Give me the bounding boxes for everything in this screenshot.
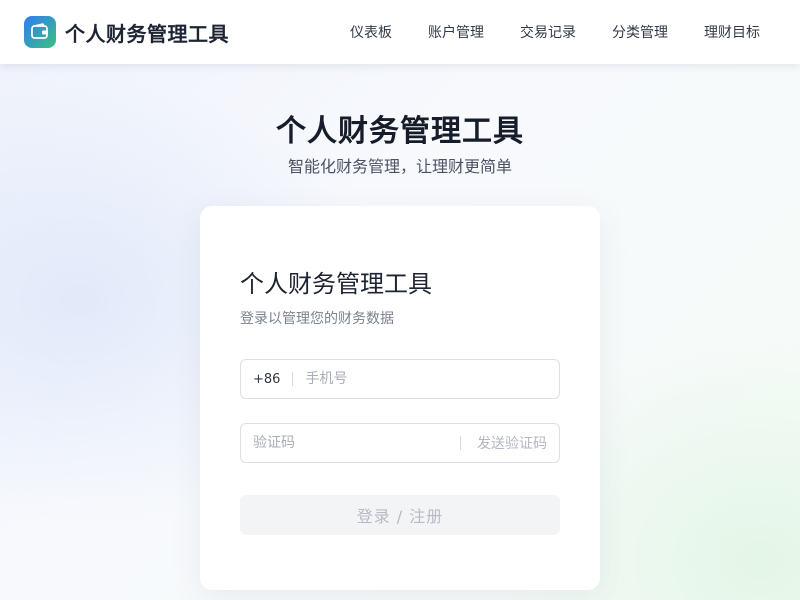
country-code-prefix[interactable]: +86 — [241, 372, 280, 387]
login-subtitle: 登录以管理您的财务数据 — [240, 311, 394, 327]
nav-item-dashboard[interactable]: 仪表板 — [350, 22, 392, 42]
phone-input[interactable] — [305, 360, 559, 398]
login-card: 个人财务管理工具 登录以管理您的财务数据 +86 发送验证码 登录 / 注册 — [200, 206, 600, 590]
field-divider — [460, 436, 461, 450]
nav-item-transactions[interactable]: 交易记录 — [520, 22, 576, 42]
nav-item-goals[interactable]: 理财目标 — [704, 22, 760, 42]
verification-code-input[interactable] — [241, 424, 452, 462]
hero-subtitle: 智能化财务管理，让理财更简单 — [287, 157, 512, 176]
top-nav-bar: 个人财务管理工具 仪表板 账户管理 交易记录 分类管理 理财目标 — [0, 0, 800, 64]
field-divider — [292, 372, 294, 386]
login-title: 个人财务管理工具 — [240, 270, 432, 298]
phone-field: +86 — [240, 359, 560, 399]
wallet-icon — [24, 16, 56, 48]
send-code-button[interactable]: 发送验证码 — [477, 433, 559, 453]
brand[interactable]: 个人财务管理工具 — [24, 16, 229, 48]
app-name: 个人财务管理工具 — [65, 21, 229, 46]
hero-title: 个人财务管理工具 — [276, 114, 524, 149]
nav-item-accounts[interactable]: 账户管理 — [428, 22, 484, 42]
nav-item-categories[interactable]: 分类管理 — [612, 22, 668, 42]
verification-code-field: 发送验证码 — [240, 423, 560, 463]
main-nav: 仪表板 账户管理 交易记录 分类管理 理财目标 — [350, 0, 760, 64]
login-register-button[interactable]: 登录 / 注册 — [240, 495, 560, 535]
